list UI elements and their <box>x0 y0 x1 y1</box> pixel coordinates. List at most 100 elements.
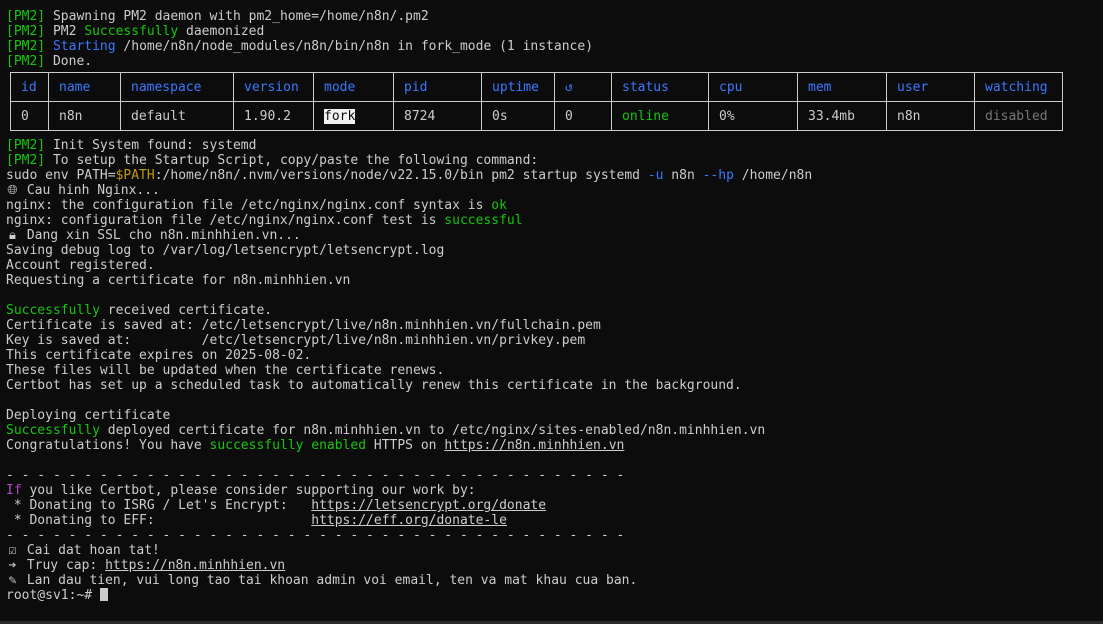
line-donate-eff: * Donating to EFF: https://eff.org/donat… <box>6 513 1103 528</box>
line-done: [PM2] Done. <box>6 54 1103 69</box>
success-word: Successfully <box>6 423 100 438</box>
divider-line: - - - - - - - - - - - - - - - - - - - - … <box>6 468 625 483</box>
access-link[interactable]: https://n8n.minhhien.vn <box>105 558 285 573</box>
lock-icon: 🔒︎ <box>9 228 16 243</box>
line-daemonized: [PM2] PM2 Successfully daemonized <box>6 24 1103 39</box>
cell-restarts: 0 <box>554 101 612 131</box>
cell-uptime: 0s <box>481 101 555 131</box>
header-restarts: ↺ <box>554 72 612 102</box>
header-version: version <box>233 72 314 102</box>
header-cpu: cpu <box>708 72 798 102</box>
cell-pid: 8724 <box>393 101 482 131</box>
cell-namespace: default <box>120 101 234 131</box>
line-nginx-test: nginx: configuration file /etc/nginx/ngi… <box>6 213 1103 228</box>
terminal-output: [PM2] Spawning PM2 daemon with pm2_home=… <box>6 9 1103 603</box>
cell-watching: disabled <box>974 101 1063 131</box>
line-spawn: [PM2] Spawning PM2 daemon with pm2_home=… <box>6 9 1103 24</box>
table-row: 0 n8n default 1.90.2 fork 8724 0s 0 onli… <box>10 101 1063 131</box>
line-prompt[interactable]: root@sv1:~# <box>6 588 1103 603</box>
first-time-text: Lan dau tien, vui long tao tai khoan adm… <box>26 573 638 588</box>
path-var: $PATH <box>115 168 155 183</box>
line-key-saved: Key is saved at: /etc/letsencrypt/live/n… <box>6 333 586 348</box>
line-init: [PM2] Init System found: systemd <box>6 138 1103 153</box>
pm2-tag: [PM2] <box>6 39 46 54</box>
line-task: Certbot has set up a scheduled task to a… <box>6 378 742 393</box>
sudo-prefix: sudo env PATH= <box>6 168 116 183</box>
line-first-time: ✎ Lan dau tien, vui long tao tai khoan a… <box>6 573 1103 588</box>
line-install-done: ☑ Cai dat hoan tat! <box>6 543 1103 558</box>
flag-u: -u <box>647 168 664 183</box>
sudo-mid: :/home/n8n/.nvm/versions/node/v22.15.0/b… <box>154 168 648 183</box>
arrow-right-icon: ➔ <box>8 558 17 573</box>
cell-version: 1.90.2 <box>233 101 314 131</box>
text-cursor <box>99 588 108 601</box>
line-expires: This certificate expires on 2025-08-02. <box>6 348 312 363</box>
line-setup: [PM2] To setup the Startup Script, copy/… <box>6 153 1103 168</box>
header-id: id <box>10 72 49 102</box>
header-watching: watching <box>974 72 1063 102</box>
pm2-tag: [PM2] <box>6 9 46 24</box>
daemonized-text: daemonized <box>178 24 265 39</box>
globe-icon: 🌐︎ <box>7 183 18 198</box>
note-icon: ✎ <box>8 573 17 588</box>
sudo-user: n8n <box>663 168 703 183</box>
line-if-certbot: If you like Certbot, please consider sup… <box>6 483 1103 498</box>
checkbox-icon: ☑ <box>8 543 17 558</box>
cell-name: n8n <box>48 101 121 131</box>
header-pid: pid <box>393 72 482 102</box>
ok-word: ok <box>491 198 507 213</box>
pm2-text: PM2 <box>52 24 85 39</box>
starting-text: /home/n8n/node_modules/n8n/bin/n8n in fo… <box>115 39 594 54</box>
line-debug: Saving debug log to /var/log/letsencrypt… <box>6 243 445 258</box>
nginx-test-text: nginx: configuration file /etc/nginx/ngi… <box>6 213 445 228</box>
congrats-text: Congratulations! You have <box>6 438 210 453</box>
shell-prompt: root@sv1:~# <box>6 588 100 603</box>
line-starting: [PM2] Starting /home/n8n/node_modules/n8… <box>6 39 1103 54</box>
cell-user: n8n <box>886 101 975 131</box>
success-word: Successfully <box>6 303 100 318</box>
line-donate-isrg: * Donating to ISRG / Let's Encrypt: http… <box>6 498 1103 513</box>
header-name: name <box>48 72 121 102</box>
line-deploying: Deploying certificate <box>6 408 171 423</box>
cell-id: 0 <box>10 101 49 131</box>
successful-word: successful <box>444 213 523 228</box>
setup-text: To setup the Startup Script, copy/paste … <box>52 153 539 168</box>
cell-mem: 33.4mb <box>797 101 887 131</box>
access-text: Truy cap: <box>26 558 106 573</box>
if-word: If <box>6 483 22 498</box>
donate-isrg-link[interactable]: https://letsencrypt.org/donate <box>311 498 546 513</box>
site-link[interactable]: https://n8n.minhhien.vn <box>444 438 624 453</box>
header-user: user <box>886 72 975 102</box>
line-received: Successfully received certificate. <box>6 303 1103 318</box>
donate-eff-text: * Donating to EFF: <box>6 513 312 528</box>
mode-highlight: fork <box>324 108 356 124</box>
support-text: you like Certbot, please consider suppor… <box>21 483 476 498</box>
done-text: Done. <box>52 54 93 69</box>
install-done-text: Cai dat hoan tat! <box>26 543 160 558</box>
cell-cpu: 0% <box>708 101 798 131</box>
enabled-word: successfully enabled <box>209 438 367 453</box>
line-nginx-config: 🌐︎ Cau hinh Nginx... <box>6 183 1103 198</box>
line-nginx-syntax: nginx: the configuration file /etc/nginx… <box>6 198 1103 213</box>
sudo-home: /home/n8n <box>733 168 813 183</box>
line-renew-note: These files will be updated when the cer… <box>6 363 445 378</box>
table-header-row: id name namespace version mode pid uptim… <box>10 72 1063 102</box>
divider-line: - - - - - - - - - - - - - - - - - - - - … <box>6 528 625 543</box>
line-cert-saved: Certificate is saved at: /etc/letsencryp… <box>6 318 601 333</box>
header-mode: mode <box>313 72 394 102</box>
https-text: HTTPS on <box>366 438 445 453</box>
header-uptime: uptime <box>481 72 555 102</box>
header-mem: mem <box>797 72 887 102</box>
cell-status: online <box>611 101 709 131</box>
line-deployed: Successfully deployed certificate for n8… <box>6 423 1103 438</box>
nginx-syntax-text: nginx: the configuration file /etc/nginx… <box>6 198 492 213</box>
line-access: ➔ Truy cap: https://n8n.minhhien.vn <box>6 558 1103 573</box>
init-text: Init System found: systemd <box>52 138 257 153</box>
deployed-text: deployed certificate for n8n.minhhien.vn… <box>99 423 766 438</box>
header-namespace: namespace <box>120 72 234 102</box>
received-text: received certificate. <box>99 303 273 318</box>
donate-eff-link[interactable]: https://eff.org/donate-le <box>311 513 507 528</box>
spawn-text: Spawning PM2 daemon with pm2_home=/home/… <box>52 9 429 24</box>
